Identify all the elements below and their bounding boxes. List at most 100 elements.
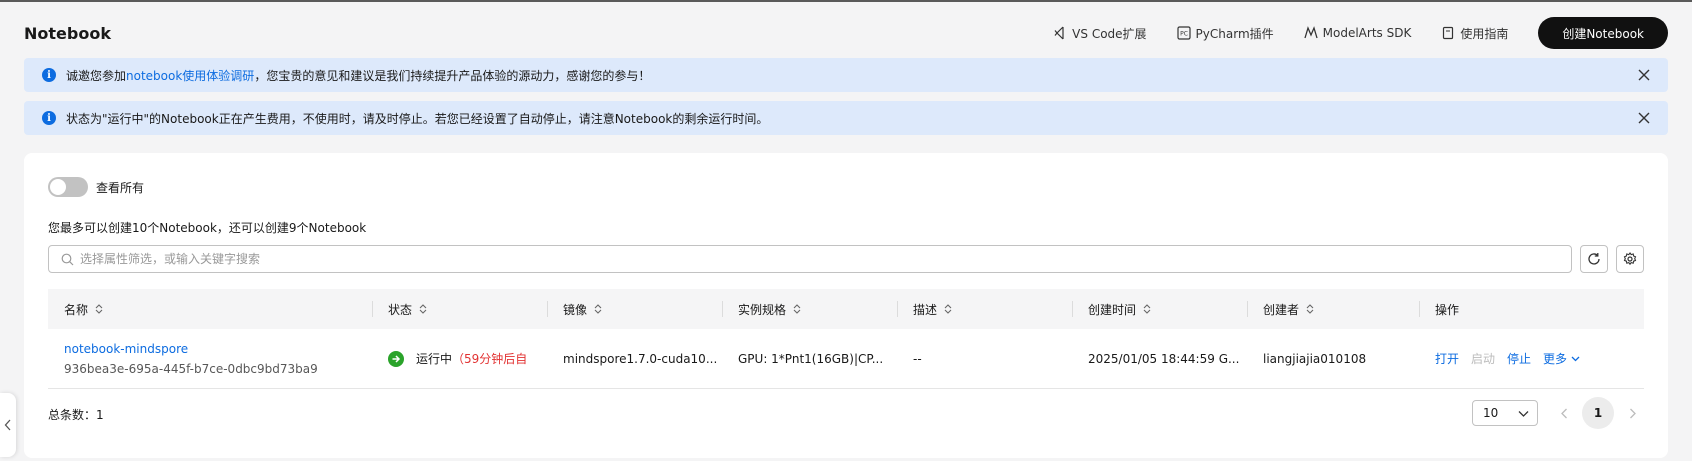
- view-all-toggle-row: 查看所有: [48, 177, 144, 197]
- info-icon: i: [42, 111, 56, 125]
- survey-alert-suffix: ，您宝贵的意见和建议是我们持续提升产品体验的源动力，感谢您的参与！: [254, 68, 651, 83]
- column-header-label: 描述: [913, 302, 938, 317]
- notebook-id: 936bea3e-695a-445f-b7ce-0dbc9bd73ba9: [64, 361, 318, 376]
- sort-icon[interactable]: [1142, 303, 1152, 315]
- page-header: Notebook VS Code扩展 PC PyCharm插件 ModelArt…: [24, 17, 1668, 49]
- user-guide-link[interactable]: 使用指南: [1441, 25, 1508, 42]
- column-header-status[interactable]: 状态: [372, 289, 547, 329]
- more-actions-label: 更多: [1543, 352, 1568, 366]
- column-header-created-at[interactable]: 创建时间: [1072, 289, 1247, 329]
- column-header-name[interactable]: 名称: [48, 289, 372, 329]
- column-header-image[interactable]: 镜像: [547, 289, 722, 329]
- pycharm-icon: PC: [1176, 26, 1191, 40]
- sort-icon[interactable]: [94, 303, 104, 315]
- vscode-extension-label: VS Code扩展: [1072, 26, 1147, 41]
- pagination: 10 1: [1472, 397, 1644, 429]
- guide-icon: [1443, 26, 1454, 40]
- table-row: notebook-mindspore 936bea3e-695a-445f-b7…: [48, 329, 1644, 389]
- user-guide-label: 使用指南: [1460, 26, 1509, 41]
- cell-actions: 打开 启动 停止 更多: [1419, 350, 1644, 367]
- chevron-down-icon: [1571, 356, 1580, 362]
- cell-creator: liangjiajia010108: [1263, 351, 1367, 366]
- column-separator: [897, 301, 898, 317]
- page-size-value: 10: [1483, 406, 1499, 420]
- vscode-extension-link[interactable]: VS Code扩展: [1053, 25, 1147, 42]
- prev-page-button[interactable]: [1552, 401, 1576, 425]
- sort-icon[interactable]: [1305, 303, 1315, 315]
- column-separator: [1072, 301, 1073, 317]
- sort-icon[interactable]: [792, 303, 802, 315]
- billing-alert-text: 状态为"运行中"的Notebook正在产生费用，不使用时，请及时停止。若您已经设…: [66, 111, 769, 126]
- survey-alert: i 诚邀您参加 notebook使用体验调研 ，您宝贵的意见和建议是我们持续提升…: [24, 58, 1668, 92]
- column-separator: [1247, 301, 1248, 317]
- column-header-flavor[interactable]: 实例规格: [722, 289, 897, 329]
- search-input[interactable]: [80, 252, 1480, 266]
- table-header: 名称 状态 镜像 实例规格 描述 创建时间 创建者 操作: [48, 289, 1644, 329]
- column-separator: [372, 301, 373, 317]
- stop-button[interactable]: 停止: [1507, 350, 1531, 367]
- column-header-label: 创建者: [1263, 302, 1300, 317]
- next-page-button[interactable]: [1620, 401, 1644, 425]
- refresh-icon: [1588, 253, 1600, 265]
- status-text: 运行中: [416, 352, 453, 366]
- column-separator: [1419, 301, 1420, 317]
- more-actions-dropdown[interactable]: 更多: [1543, 350, 1580, 367]
- open-button[interactable]: 打开: [1435, 350, 1459, 367]
- modelarts-sdk-label: ModelArts SDK: [1322, 26, 1412, 40]
- settings-button[interactable]: [1616, 245, 1644, 273]
- refresh-button[interactable]: [1580, 245, 1608, 273]
- start-button: 启动: [1471, 352, 1496, 366]
- gear-icon: [1623, 252, 1637, 266]
- vscode-icon: [1054, 26, 1064, 40]
- status-remaining-time: （59分钟后自: [452, 352, 528, 366]
- svg-text:PC: PC: [1180, 31, 1188, 38]
- survey-alert-prefix: 诚邀您参加: [66, 68, 127, 83]
- total-count: 总条数：1: [48, 408, 104, 422]
- quota-text: 您最多可以创建10个Notebook，还可以创建9个Notebook: [48, 221, 367, 235]
- info-icon: i: [42, 68, 56, 82]
- header-links: VS Code扩展 PC PyCharm插件 ModelArts SDK 使用指…: [1053, 17, 1668, 49]
- search-icon: [61, 253, 74, 265]
- notebook-name-link[interactable]: notebook-mindspore: [64, 342, 372, 356]
- column-separator: [722, 301, 723, 317]
- cell-image: mindspore1.7.0-cuda10...: [563, 351, 718, 366]
- survey-link[interactable]: notebook使用体验调研: [126, 67, 254, 84]
- close-icon[interactable]: [1638, 112, 1650, 124]
- cell-name: notebook-mindspore 936bea3e-695a-445f-b7…: [48, 342, 372, 376]
- page-size-select[interactable]: 10: [1472, 400, 1538, 426]
- modelarts-sdk-link[interactable]: ModelArts SDK: [1304, 26, 1412, 40]
- top-border: [0, 0, 1692, 2]
- column-header-creator[interactable]: 创建者: [1247, 289, 1419, 329]
- column-header-label: 创建时间: [1088, 302, 1137, 317]
- pycharm-plugin-link[interactable]: PC PyCharm插件: [1176, 25, 1274, 42]
- column-header-actions: 操作: [1419, 289, 1644, 329]
- chevron-left-icon: [4, 419, 11, 431]
- view-all-label: 查看所有: [96, 180, 145, 195]
- sort-icon[interactable]: [943, 303, 953, 315]
- column-header-label: 实例规格: [738, 302, 787, 317]
- column-header-label: 镜像: [563, 302, 588, 317]
- chevron-right-icon: [1629, 408, 1636, 418]
- sort-icon[interactable]: [418, 303, 428, 315]
- column-header-label: 操作: [1435, 302, 1460, 317]
- sidebar-expand-button[interactable]: [0, 393, 16, 457]
- cell-flavor: GPU: 1*Pnt1(16GB)|CP...: [738, 351, 884, 366]
- column-header-label: 状态: [388, 302, 413, 317]
- notebook-list-panel: 查看所有 您最多可以创建10个Notebook，还可以创建9个Notebook …: [24, 153, 1668, 458]
- chevron-left-icon: [1560, 408, 1567, 418]
- cell-created-at: 2025/01/05 18:44:59 G...: [1088, 351, 1240, 366]
- page-number-current[interactable]: 1: [1582, 397, 1614, 429]
- cell-status: 运行中 （59分钟后自: [372, 350, 547, 367]
- column-header-description[interactable]: 描述: [897, 289, 1072, 329]
- column-separator: [547, 301, 548, 317]
- view-all-toggle[interactable]: [48, 177, 88, 197]
- column-header-label: 名称: [64, 302, 89, 317]
- create-notebook-button[interactable]: 创建Notebook: [1538, 17, 1668, 49]
- search-bar[interactable]: [48, 245, 1572, 273]
- modelarts-icon: [1304, 26, 1318, 39]
- pycharm-plugin-label: PyCharm插件: [1195, 26, 1274, 41]
- sort-icon[interactable]: [593, 303, 603, 315]
- close-icon[interactable]: [1638, 69, 1650, 81]
- running-status-icon: [388, 350, 404, 367]
- page-title: Notebook: [24, 23, 111, 43]
